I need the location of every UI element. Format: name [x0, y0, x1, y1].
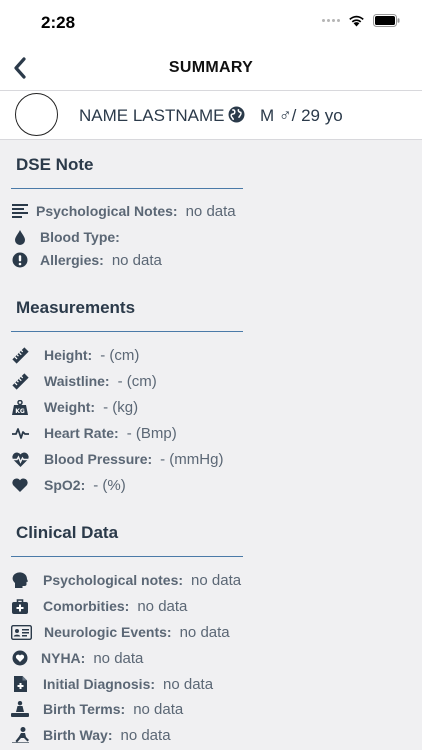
row-psychological-notes: Psychological Notes: no data: [10, 200, 236, 222]
row-label: Allergies:: [40, 252, 104, 268]
row-clinical-psychological-notes: Psychological notes: no data: [10, 569, 241, 591]
row-spo2: SpO2: - (%): [10, 474, 126, 496]
patient-name: NAME LASTNAME: [79, 106, 225, 125]
section-title-measurements: Measurements: [16, 298, 136, 317]
row-blood-pressure: Blood Pressure: - (mmHg): [10, 448, 223, 470]
row-weight: KG Weight: - (kg): [10, 396, 138, 418]
row-nyha: NYHA: no data: [10, 647, 143, 669]
weight-icon: KG: [10, 397, 30, 417]
row-label: Heart Rate:: [44, 425, 119, 441]
section-title-clinical: Clinical Data: [16, 523, 119, 542]
row-value: no data: [163, 675, 214, 693]
row-height: Height: - (cm): [10, 344, 139, 366]
row-heart-rate: Heart Rate: - (Bmp): [10, 422, 177, 444]
row-birth-terms: Birth Terms: no data: [10, 698, 183, 720]
patient-header: NAME LASTNAME M ♂/ 29 yo: [0, 90, 422, 140]
exclamation-icon: [10, 250, 30, 270]
row-value: no data: [137, 597, 188, 615]
pulse-icon: [10, 423, 30, 443]
section-title-dse: DSE Note: [16, 155, 94, 174]
row-value: no data: [133, 700, 184, 718]
medical-file-icon: [10, 674, 30, 694]
medkit-icon: [10, 596, 30, 616]
battery-icon: [373, 14, 400, 27]
row-initial-diagnosis: Initial Diagnosis: no data: [10, 673, 213, 695]
row-comorbities: Comorbities: no data: [10, 595, 187, 617]
row-allergies: Allergies: no data: [10, 249, 162, 271]
row-label: Height:: [44, 347, 93, 363]
globe-icon: [228, 106, 245, 123]
patient-gender-age: M ♂/ 29 yo: [260, 106, 343, 125]
heart-circle-icon: [10, 648, 30, 668]
row-value: no data: [179, 623, 230, 641]
section-divider: [11, 188, 243, 189]
ruler-icon: [10, 345, 30, 365]
heartbeat-icon: [10, 449, 30, 469]
row-label: Blood Pressure:: [44, 451, 153, 467]
birth-icon: [10, 699, 30, 719]
heart-icon: [10, 475, 30, 495]
signal-icon: [322, 19, 340, 22]
row-value: no data: [191, 571, 242, 589]
row-label: Birth Way:: [43, 727, 113, 743]
nav-bar: SUMMARY: [0, 46, 422, 90]
row-blood-type: Blood Type:: [10, 226, 128, 248]
row-label: Comorbities:: [43, 598, 130, 614]
avatar[interactable]: [15, 93, 58, 136]
row-label: Waistline:: [44, 373, 110, 389]
status-bar: 2:28: [0, 0, 422, 46]
row-value: - (%): [93, 476, 126, 494]
row-label: SpO2:: [44, 477, 86, 493]
svg-text:KG: KG: [15, 408, 25, 415]
section-divider: [11, 331, 243, 332]
row-label: Psychological notes:: [43, 572, 184, 588]
ruler-icon: [10, 371, 30, 391]
row-value: no data: [111, 251, 162, 269]
head-icon: [10, 570, 30, 590]
row-value: - (Bmp): [126, 424, 177, 442]
row-value: - (mmHg): [160, 450, 224, 468]
row-waistline: Waistline: - (cm): [10, 370, 157, 392]
row-value: no data: [120, 726, 171, 744]
drop-icon: [10, 227, 30, 247]
row-label: NYHA:: [41, 650, 86, 666]
row-label: Initial Diagnosis:: [43, 676, 156, 692]
row-value: - (kg): [103, 398, 139, 416]
row-neurologic-events: Neurologic Events: no data: [10, 621, 230, 643]
row-value: no data: [185, 202, 236, 220]
baby-icon: [10, 725, 30, 745]
section-divider: [11, 556, 243, 557]
row-label: Birth Terms:: [43, 701, 126, 717]
row-value: no data: [93, 649, 144, 667]
wifi-icon: [349, 15, 364, 27]
lines-icon: [10, 201, 30, 221]
status-time: 2:28: [41, 13, 76, 32]
row-value: - (cm): [100, 346, 140, 364]
page-title: SUMMARY: [168, 59, 254, 76]
row-value: - (cm): [117, 372, 157, 390]
row-birth-way: Birth Way: no data: [10, 724, 171, 746]
row-label: Weight:: [44, 399, 96, 415]
row-label: Blood Type:: [40, 229, 120, 245]
status-icons: [322, 14, 400, 27]
id-card-icon: [10, 622, 32, 642]
row-label: Psychological Notes:: [36, 203, 178, 219]
row-label: Neurologic Events:: [44, 624, 172, 640]
